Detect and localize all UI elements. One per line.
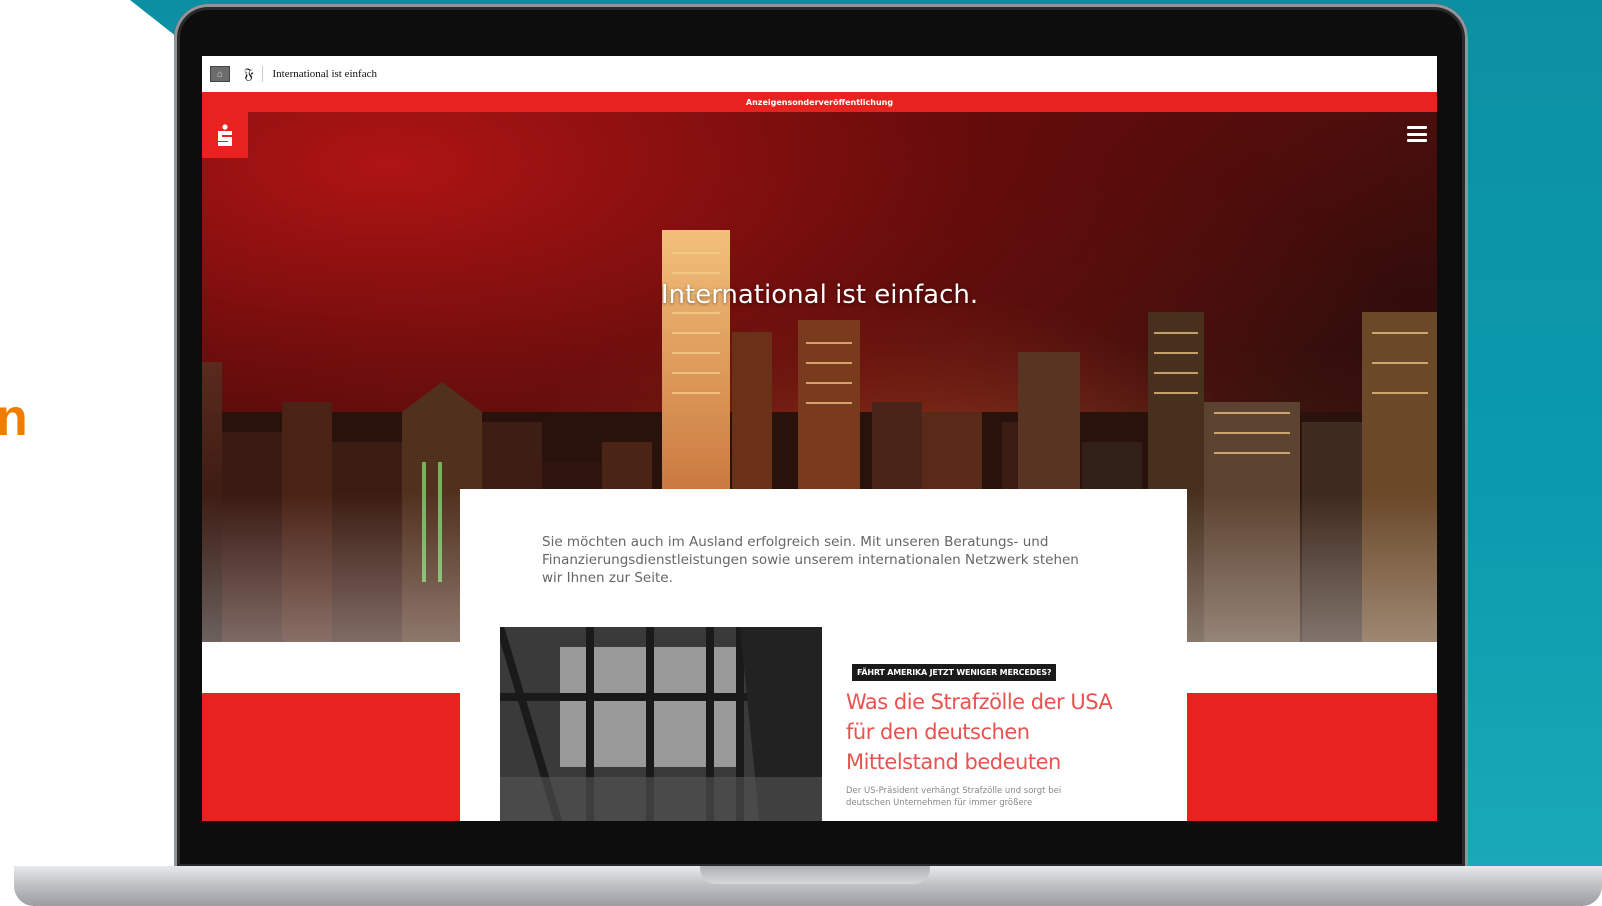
article-excerpt: Der US-Präsident verhängt Strafzölle und… — [846, 786, 1062, 808]
site-header: ⌂ 𝔉 International ist einfach — [202, 56, 1437, 92]
header-title[interactable]: International ist einfach — [273, 68, 377, 80]
hamburger-menu-icon[interactable] — [1407, 126, 1427, 142]
website-screen: ⌂ 𝔉 International ist einfach Anzeigenso… — [202, 56, 1437, 821]
side-text-fragment: n — [0, 389, 28, 447]
red-accent-right — [1183, 693, 1437, 821]
sparkasse-s-icon — [218, 124, 232, 146]
article-photo — [500, 627, 822, 821]
intro-text: Sie möchten auch im Ausland erfolgreich … — [542, 534, 1079, 586]
hero-title: International ist einfach. — [660, 280, 979, 310]
article-image[interactable] — [500, 627, 822, 821]
faz-logo-icon[interactable]: 𝔉 — [244, 66, 263, 82]
article-tag: FÄHRT AMERIKA JETZT WENIGER MERCEDES? — [852, 664, 1057, 681]
sparkasse-logo-icon[interactable] — [202, 112, 248, 158]
ad-banner: Anzeigensonderveröffentlichung — [202, 92, 1437, 112]
article-title[interactable]: Was die Strafzölle der USA für den deuts… — [846, 687, 1116, 777]
red-accent-left — [202, 693, 466, 821]
laptop-notch — [700, 866, 930, 884]
content-card: Sie möchten auch im Ausland erfolgreich … — [460, 489, 1187, 821]
home-icon[interactable]: ⌂ — [210, 66, 230, 82]
